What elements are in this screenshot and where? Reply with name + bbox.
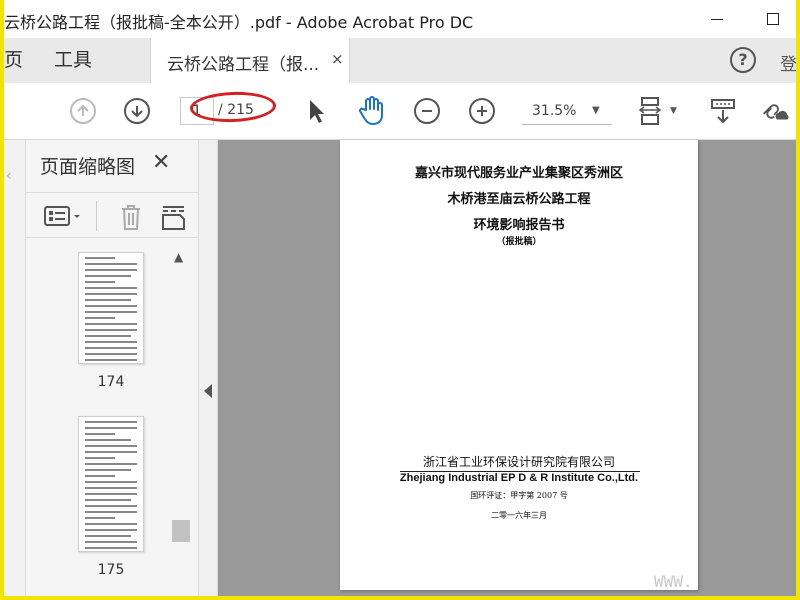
fit-page-icon bbox=[638, 97, 662, 125]
hand-tool-button[interactable] bbox=[357, 96, 387, 126]
chevron-left-icon: ‹ bbox=[6, 168, 12, 184]
license-number: 国环评证：甲字第 2007 号 bbox=[470, 491, 568, 500]
arrow-down-icon bbox=[124, 98, 150, 124]
thumbnail-list[interactable]: 174 175 ▲ bbox=[26, 238, 198, 596]
share-link-button[interactable] bbox=[760, 96, 790, 126]
org-name-english: Zhejiang Industrial EP D & R Institute C… bbox=[399, 472, 639, 484]
page-number-label: 174 bbox=[97, 374, 125, 390]
previous-page-button[interactable] bbox=[68, 96, 98, 126]
left-nav-strip[interactable]: ‹ bbox=[4, 140, 26, 596]
panel-toolbar bbox=[26, 192, 198, 238]
plus-icon bbox=[469, 98, 495, 124]
document-tab-label: 云桥公路工程（报... bbox=[167, 55, 320, 75]
maximize-icon bbox=[767, 13, 779, 25]
scrollbar-thumb[interactable] bbox=[172, 520, 190, 542]
arrow-up-icon bbox=[70, 98, 96, 124]
page-fit-button[interactable] bbox=[636, 96, 666, 126]
doc-subtitle: （报批稿） bbox=[496, 237, 542, 247]
zoom-level-select[interactable]: 31.5% ▼ bbox=[522, 97, 612, 125]
close-panel-button[interactable]: ✕ bbox=[152, 150, 170, 175]
sign-in-button[interactable]: 登 bbox=[780, 50, 796, 75]
close-tab-button[interactable]: × bbox=[331, 50, 344, 68]
help-icon[interactable]: ? bbox=[730, 47, 756, 73]
maximize-button[interactable] bbox=[750, 0, 796, 38]
options-menu-button[interactable] bbox=[44, 203, 80, 229]
insert-page-button[interactable] bbox=[160, 203, 188, 230]
toolbar-divider bbox=[96, 201, 97, 231]
minimize-icon bbox=[711, 18, 723, 20]
document-date: 二零一六年三月 bbox=[491, 511, 547, 520]
title-bar: 云桥公路工程（报批稿-全本公开）.pdf - Adobe Acrobat Pro… bbox=[4, 0, 796, 38]
doc-title-line-1: 嘉兴市现代服务业产业集聚区秀洲区 bbox=[414, 166, 623, 181]
chevron-down-icon: ▼ bbox=[592, 105, 600, 116]
chevron-up-icon[interactable]: ▲ bbox=[174, 250, 183, 264]
thumbnail-scrollbar[interactable]: ▲ bbox=[172, 250, 190, 596]
tab-home[interactable]: 页 bbox=[4, 38, 23, 83]
tab-document[interactable]: 云桥公路工程（报... × bbox=[150, 38, 350, 83]
triangle-left-icon bbox=[204, 384, 212, 398]
hand-icon bbox=[359, 96, 383, 125]
minimize-button[interactable] bbox=[694, 0, 740, 38]
main-toolbar: 1 / 215 31.5% ▼ ▼ bbox=[4, 83, 796, 140]
page-thumbnail-174[interactable] bbox=[78, 252, 144, 364]
trash-icon bbox=[122, 205, 140, 230]
pdf-page: 嘉兴市现代服务业产业集聚区秀洲区 木桥港至庙云桥公路工程 环境影响报告书 （报批… bbox=[340, 140, 698, 590]
panel-title: 页面缩略图 bbox=[40, 156, 136, 178]
zoom-in-button[interactable] bbox=[467, 96, 497, 126]
scroll-mode-button[interactable] bbox=[708, 96, 738, 126]
tab-bar: 页 工具 云桥公路工程（报... × ? 登 bbox=[4, 38, 796, 83]
scroll-mode-icon bbox=[711, 99, 735, 124]
next-page-button[interactable] bbox=[122, 96, 152, 126]
page-number-label: 175 bbox=[97, 562, 125, 578]
insert-page-icon bbox=[162, 206, 185, 230]
acrobat-window: 云桥公路工程（报批稿-全本公开）.pdf - Adobe Acrobat Pro… bbox=[4, 0, 796, 596]
tab-tools[interactable]: 工具 bbox=[54, 38, 92, 83]
minus-icon bbox=[414, 98, 440, 124]
cursor-arrow-icon bbox=[310, 100, 324, 123]
org-name-chinese: 浙江省工业环保设计研究院有限公司 bbox=[422, 455, 615, 469]
page-thumbnail-175[interactable] bbox=[78, 416, 144, 552]
window-title: 云桥公路工程（报批稿-全本公开）.pdf - Adobe Acrobat Pro… bbox=[4, 13, 474, 32]
doc-title-line-3: 环境影响报告书 bbox=[473, 218, 565, 233]
doc-title-line-2: 木桥港至庙云桥公路工程 bbox=[447, 192, 591, 207]
page-thumbnails-panel: 页面缩略图 ✕ 174 175 ▲ bbox=[26, 140, 198, 596]
delete-page-button[interactable] bbox=[118, 203, 146, 230]
watermark-text: WWW. bbox=[654, 572, 693, 591]
list-options-icon bbox=[44, 206, 80, 226]
zoom-out-button[interactable] bbox=[412, 96, 442, 126]
zoom-level-value: 31.5% bbox=[532, 103, 577, 119]
chevron-down-icon[interactable]: ▼ bbox=[670, 106, 677, 116]
cloud-link-icon bbox=[763, 104, 789, 120]
select-tool-button[interactable] bbox=[302, 96, 332, 126]
panel-collapse-handle[interactable] bbox=[198, 140, 218, 596]
document-view[interactable]: 嘉兴市现代服务业产业集聚区秀洲区 木桥港至庙云桥公路工程 环境影响报告书 （报批… bbox=[218, 140, 796, 596]
